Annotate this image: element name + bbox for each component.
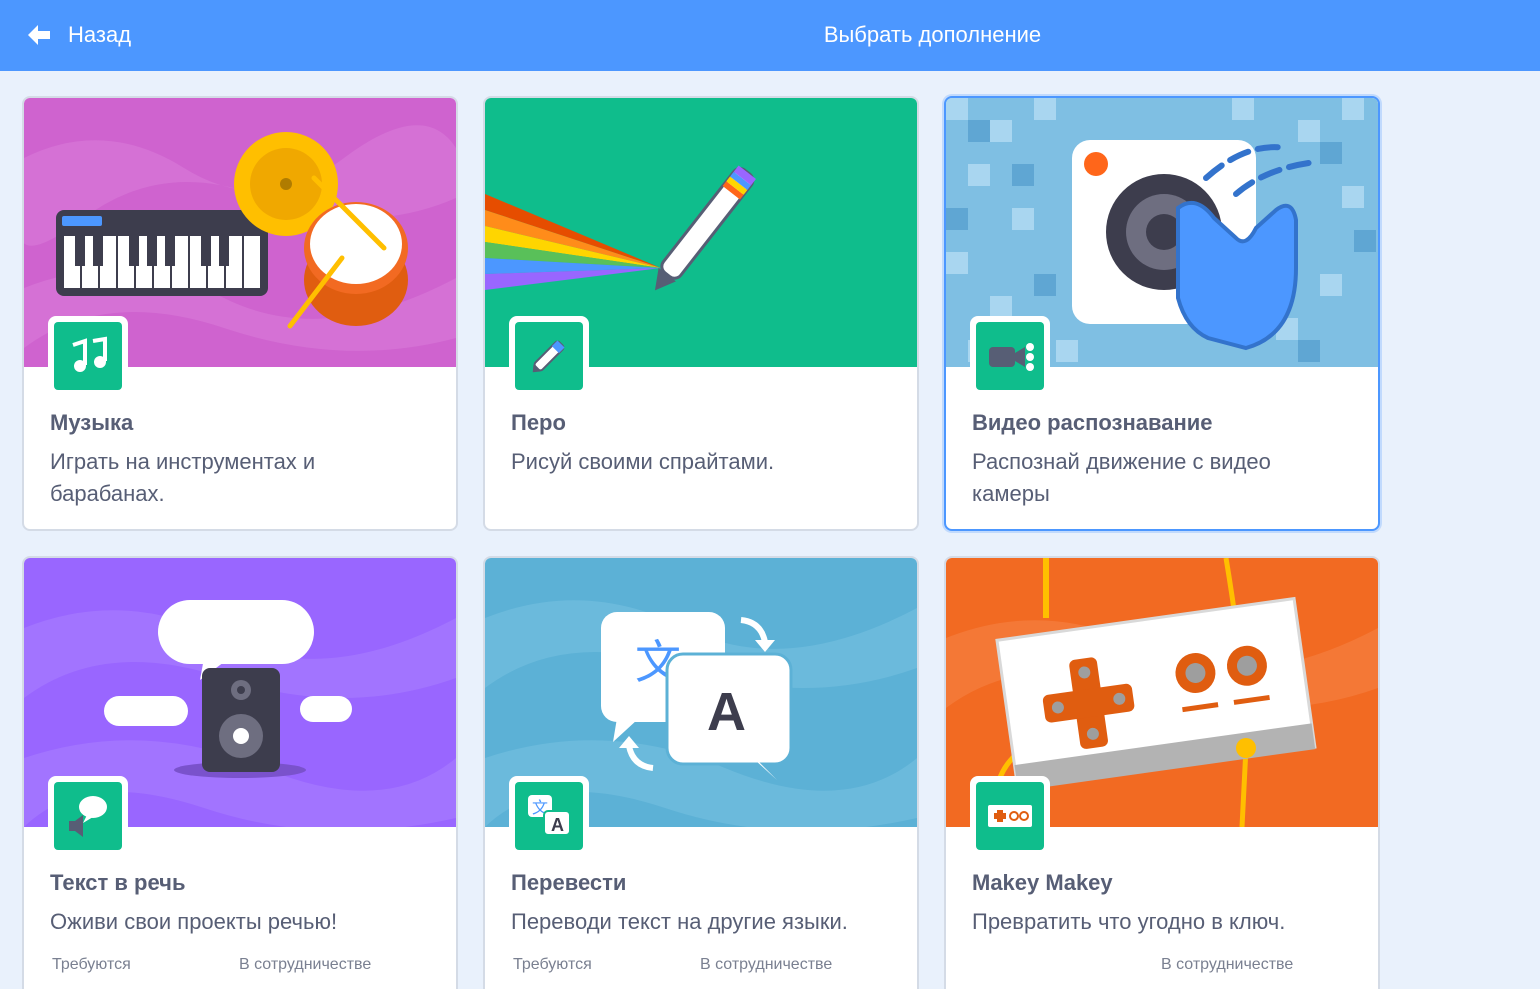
requires-label: Требуются <box>513 956 592 973</box>
pen-icon-frame <box>509 316 589 396</box>
extension-name: Перо <box>511 410 566 435</box>
top-bar: Назад Выбрать дополнение <box>0 0 1540 71</box>
pen-icon <box>532 340 565 373</box>
music-notes-icon <box>72 336 107 372</box>
extension-description: Играть на инструментах и барабанах. <box>50 449 316 506</box>
extension-description: Оживи свои проекты речью! <box>50 909 338 934</box>
extension-card-music[interactable]: Музыка Играть на инструментах и барабана… <box>22 96 458 531</box>
music-icon-frame <box>48 316 128 396</box>
extension-name: Музыка <box>50 410 134 435</box>
collaboration-label: В сотрудничестве <box>239 956 372 973</box>
speech-bubble-speaker-icon <box>69 796 107 837</box>
extension-name: Перевести <box>511 870 627 895</box>
extension-card-text-to-speech[interactable]: Текст в речь Оживи свои проекты речью! Т… <box>22 556 458 989</box>
svg-text:A: A <box>707 682 746 742</box>
extension-description: Распознай движение с видео камеры <box>972 449 1271 506</box>
extension-card-makey-makey[interactable]: Makey Makey Превратить что угодно в ключ… <box>944 556 1380 989</box>
svg-text:A: A <box>551 815 564 835</box>
video-icon-frame <box>970 316 1050 396</box>
extension-description: Превратить что угодно в ключ. <box>972 909 1286 934</box>
extension-name: Видео распознавание <box>972 410 1213 435</box>
translate-icon-frame: 文 A <box>509 776 589 856</box>
collaboration-label: В сотрудничестве <box>700 956 833 973</box>
page-title: Выбрать дополнение <box>823 22 1042 47</box>
extension-card-video-sensing[interactable]: Видео распознавание Распознай движение с… <box>944 96 1380 531</box>
extension-name: Makey Makey <box>972 870 1113 895</box>
translate-icon: 文 A <box>528 795 571 836</box>
extension-card-translate[interactable]: 文 A 文 A Перевести Переводи текст на друг… <box>483 556 919 989</box>
extension-name: Текст в речь <box>50 870 186 895</box>
collaboration-label: В сотрудничестве <box>1161 956 1294 973</box>
extension-card-pen[interactable]: Перо Рисуй своими спрайтами. <box>483 96 919 531</box>
extension-description: Переводи текст на другие языки. <box>511 909 848 934</box>
video-camera-icon <box>989 343 1034 371</box>
tts-icon-frame <box>48 776 128 856</box>
requires-label: Требуются <box>52 956 131 973</box>
makey-icon-frame <box>970 776 1050 856</box>
makey-makey-board-icon <box>988 805 1032 827</box>
extension-description: Рисуй своими спрайтами. <box>511 449 775 474</box>
